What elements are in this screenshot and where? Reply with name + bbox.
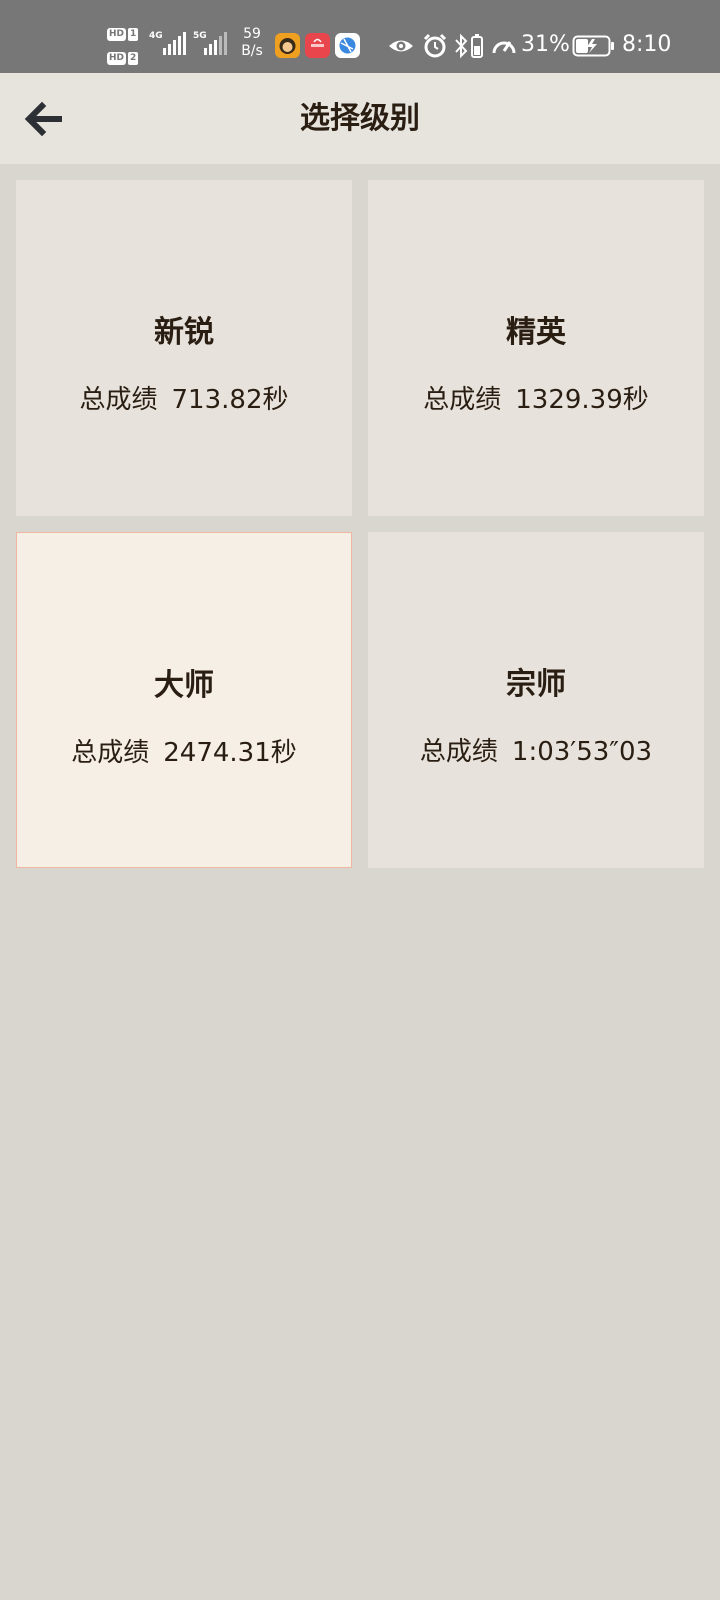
level-score: 总成绩 1:03′53″03: [368, 732, 704, 772]
bluetooth-icon: [455, 33, 468, 59]
level-score-label: 总成绩: [71, 738, 150, 768]
level-score-label: 总成绩: [423, 385, 502, 415]
level-score-value: 1:03′53″03: [511, 737, 653, 767]
sim2-indicator: HD 2: [107, 50, 141, 65]
level-score-label: 总成绩: [79, 385, 158, 415]
sim1-number: 1: [128, 28, 139, 41]
sim1-hd-badge: HD: [107, 28, 127, 41]
level-score-value: 713.82秒: [171, 385, 289, 415]
status-bar: HD 1 HD 2 4G 5G 59 B/s 31% 8:10: [0, 0, 720, 73]
level-card-elite[interactable]: 精英 总成绩 1329.39秒: [368, 180, 704, 516]
globe-icon: [339, 37, 356, 54]
battery-percent: 31%: [521, 32, 570, 57]
battery-small-icon: [471, 34, 483, 58]
speedometer-icon: [492, 41, 516, 54]
page-title: 选择级别: [300, 101, 420, 136]
level-score: 总成绩 2474.31秒: [17, 733, 351, 773]
network-speed-unit: B/s: [241, 43, 263, 59]
eye-icon: [389, 40, 413, 52]
app-bar: 选择级别: [0, 73, 720, 164]
level-score: 总成绩 1329.39秒: [368, 380, 704, 420]
level-name: 大师: [154, 668, 214, 703]
level-score: 总成绩 713.82秒: [16, 380, 352, 420]
alarm-icon: [423, 33, 447, 58]
level-name: 新锐: [154, 315, 214, 350]
level-name: 宗师: [506, 667, 566, 702]
notification-app-icon-1: [275, 33, 300, 58]
clock-time: 8:10: [622, 32, 672, 57]
sim2-number: 2: [128, 52, 139, 65]
notification-app-icon-2: [305, 33, 330, 58]
sim2-hd-badge: HD: [107, 52, 127, 65]
notification-app-icon-3: [335, 33, 360, 58]
back-button[interactable]: [22, 97, 68, 143]
avatar-face-icon: [279, 38, 296, 54]
network-speed: 59 B/s: [237, 26, 267, 60]
battery-charging-icon: [572, 35, 614, 57]
level-score-value: 1329.39秒: [515, 385, 649, 415]
network-type-1: 4G: [149, 31, 163, 41]
level-score-value: 2474.31秒: [163, 738, 297, 768]
level-card-master[interactable]: 大师 总成绩 2474.31秒: [16, 532, 352, 868]
network-speed-value: 59: [243, 26, 261, 42]
signal-strength-2-icon: [204, 32, 227, 55]
level-name: 精英: [506, 315, 566, 350]
sim1-indicator: HD 1: [107, 26, 141, 41]
level-card-grandmaster[interactable]: 宗师 总成绩 1:03′53″03: [368, 532, 704, 868]
arrow-left-icon: [24, 101, 62, 137]
shopping-bag-icon: [311, 38, 324, 47]
level-card-novice[interactable]: 新锐 总成绩 713.82秒: [16, 180, 352, 516]
level-score-label: 总成绩: [419, 737, 498, 767]
signal-strength-1-icon: [163, 32, 186, 55]
